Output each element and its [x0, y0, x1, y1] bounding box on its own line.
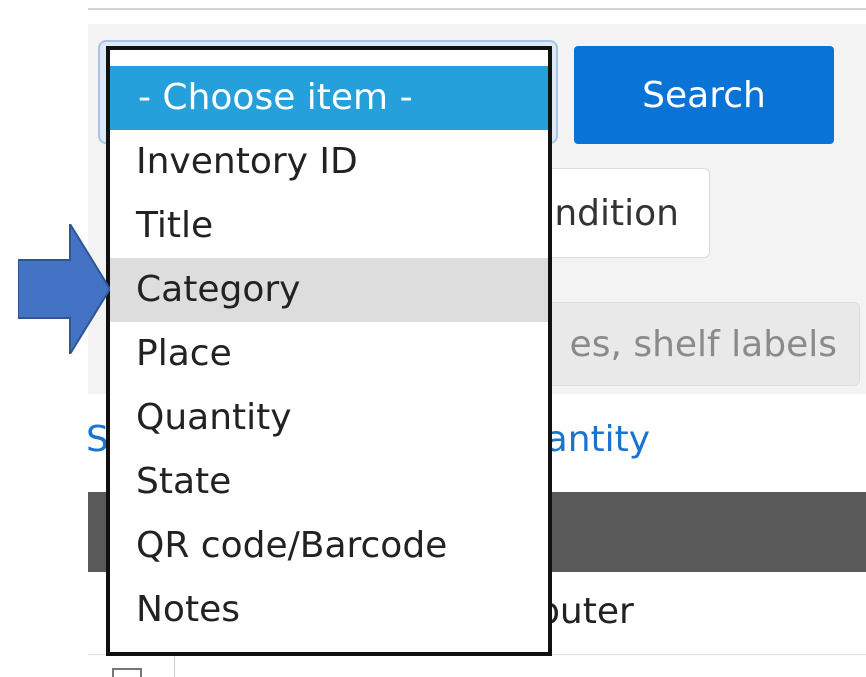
- dropdown-option-quantity[interactable]: Quantity: [110, 386, 548, 450]
- dropdown-option-category[interactable]: Category: [110, 258, 548, 322]
- item-select-dropdown[interactable]: - Choose item - Inventory ID Title Categ…: [106, 46, 552, 656]
- inventory-search-page: Search ndition es, shelf labels S quanti…: [0, 0, 866, 677]
- dropdown-option-choose-item[interactable]: - Choose item -: [110, 66, 548, 130]
- row-checkbox[interactable]: [112, 668, 142, 677]
- top-divider: [88, 8, 866, 10]
- dropdown-option-inventory-id[interactable]: Inventory ID: [110, 130, 548, 194]
- dropdown-option-notes[interactable]: Notes: [110, 578, 548, 642]
- dropdown-option-qr-code-barcode[interactable]: QR code/Barcode: [110, 514, 548, 578]
- dropdown-option-place[interactable]: Place: [110, 322, 548, 386]
- right-arrow-icon: [18, 224, 110, 354]
- search-button[interactable]: Search: [574, 46, 834, 144]
- dropdown-option-state[interactable]: State: [110, 450, 548, 514]
- dropdown-option-title[interactable]: Title: [110, 194, 548, 258]
